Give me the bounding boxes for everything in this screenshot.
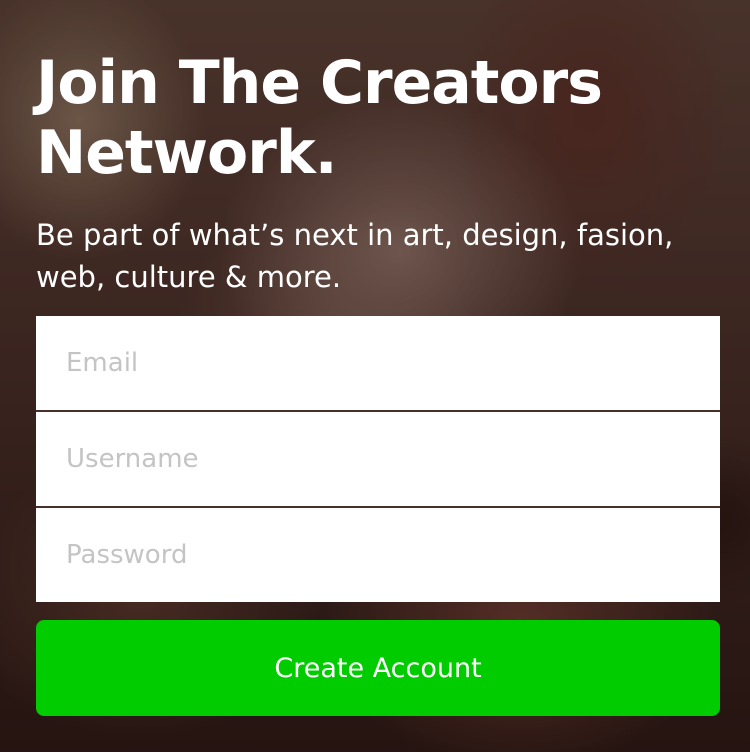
signup-screen: Join The Creators Network. Be part of wh… (0, 0, 750, 752)
page-subtitle: Be part of what’s next in art, design, f… (36, 218, 674, 294)
email-field[interactable] (36, 316, 720, 410)
create-account-button[interactable]: Create Account (36, 620, 720, 716)
signup-form (36, 316, 720, 602)
username-field[interactable] (36, 412, 720, 506)
password-field[interactable] (36, 508, 720, 602)
page-title: Join The Creators Network. (36, 48, 603, 188)
